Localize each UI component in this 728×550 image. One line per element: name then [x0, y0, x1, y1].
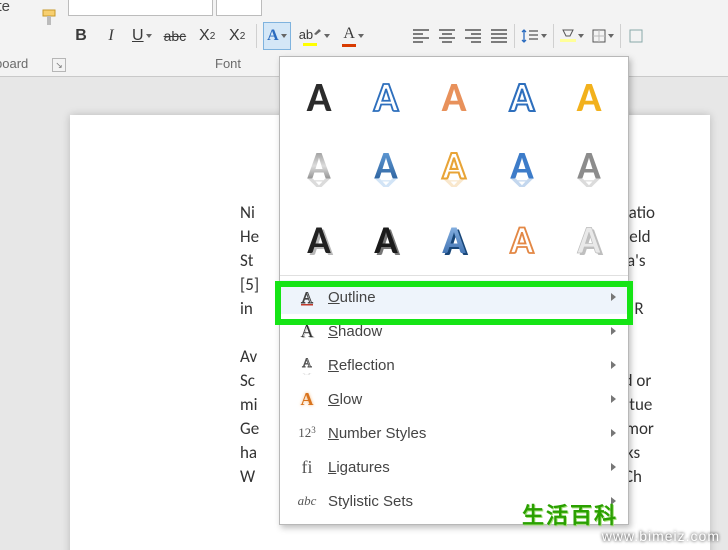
fx-preset-11[interactable]: AA [294, 213, 344, 265]
svg-text:A: A [577, 174, 601, 191]
svg-text:A: A [375, 174, 399, 191]
menu-ligatures[interactable]: fi Ligatures [280, 450, 628, 484]
fx-preset-5[interactable]: A [564, 69, 614, 121]
ligatures-icon: fi [294, 457, 320, 478]
menu-stylistic-sets-label: Stylistic Sets [328, 493, 413, 510]
font-size-input[interactable] [216, 0, 262, 16]
svg-text:A: A [442, 174, 466, 191]
align-left-button[interactable] [408, 22, 434, 50]
font-color-button[interactable]: A [338, 22, 368, 50]
fx-preset-1[interactable]: A [294, 69, 344, 121]
svg-text:A: A [301, 290, 313, 306]
bold-button[interactable]: B [68, 22, 94, 50]
fx-preset-12[interactable]: AA [362, 213, 412, 265]
fx-preset-14[interactable]: A [497, 213, 547, 265]
fx-preset-3[interactable]: A [429, 69, 479, 121]
submenu-arrow-icon [611, 463, 616, 471]
styles-partial[interactable] [623, 22, 649, 50]
text-effects-submenu: A Outline AA Shadow AA Reflection A Glow… [280, 276, 628, 524]
svg-text:A: A [307, 174, 331, 191]
format-painter-icon[interactable] [40, 8, 60, 33]
svg-text:A: A [577, 217, 601, 264]
svg-text:A: A [307, 217, 331, 264]
stylistic-sets-icon: abc [294, 493, 320, 509]
menu-shadow-label: Shadow [328, 323, 382, 340]
submenu-arrow-icon [611, 293, 616, 301]
subscript-button[interactable]: X2 [194, 22, 220, 50]
underline-button[interactable]: U [128, 22, 156, 50]
watermark-logo: 生活百科 [522, 498, 618, 530]
paragraph-group [408, 22, 649, 50]
menu-reflection[interactable]: AA Reflection [280, 348, 628, 382]
text-effects-dropdown: A A A A A AA AA AA AA AA AA AA AA A AA A… [279, 56, 629, 525]
svg-text:A: A [510, 174, 534, 191]
fx-preset-2[interactable]: A [362, 69, 412, 121]
document-text-left: Ni He St [5] in Av Sc mi Ge ha W [240, 201, 259, 489]
fx-preset-15[interactable]: AA [564, 213, 614, 265]
svg-text:A: A [374, 73, 400, 120]
menu-shadow[interactable]: AA Shadow [280, 314, 628, 348]
svg-text:A: A [577, 73, 603, 120]
submenu-arrow-icon [611, 395, 616, 403]
fx-preset-8[interactable]: AA [429, 141, 479, 193]
italic-button[interactable]: I [98, 22, 124, 50]
text-effects-button[interactable]: A [263, 22, 291, 50]
fx-preset-10[interactable]: AA [564, 141, 614, 193]
superscript-button[interactable]: X2 [224, 22, 250, 50]
fx-preset-6[interactable]: AA [294, 141, 344, 193]
fx-preset-13[interactable]: AA [429, 213, 479, 265]
line-spacing-button[interactable] [517, 22, 551, 50]
svg-text:A: A [442, 217, 466, 264]
shadow-icon: AA [294, 321, 320, 342]
borders-button[interactable] [588, 22, 618, 50]
glow-icon: A [294, 389, 320, 410]
svg-text:A: A [306, 73, 332, 120]
paste-button-label: ste [0, 0, 10, 15]
fx-preset-9[interactable]: AA [497, 141, 547, 193]
clipboard-dialog-launcher[interactable]: ↘ [52, 58, 66, 72]
clipboard-group-label: board [0, 56, 28, 71]
submenu-arrow-icon [611, 327, 616, 335]
number-styles-icon: 123 [294, 425, 320, 441]
reflection-icon: AA [294, 355, 320, 375]
svg-text:A: A [302, 371, 312, 375]
menu-reflection-label: Reflection [328, 357, 395, 374]
menu-number-styles-label: Number Styles [328, 425, 426, 442]
menu-number-styles[interactable]: 123 Number Styles [280, 416, 628, 450]
svg-text:A: A [302, 355, 312, 370]
submenu-arrow-icon [611, 361, 616, 369]
copy-icon[interactable] [40, 0, 58, 5]
align-right-button[interactable] [460, 22, 486, 50]
justify-button[interactable] [486, 22, 512, 50]
fx-preset-7[interactable]: AA [362, 141, 412, 193]
font-group-label: Font [215, 56, 241, 71]
svg-text:A: A [509, 73, 535, 120]
highlight-button[interactable]: ab [295, 22, 334, 50]
font-name-input[interactable] [68, 0, 213, 16]
strikethrough-button[interactable]: abc [160, 22, 191, 50]
svg-text:A: A [510, 217, 534, 264]
font-group: B I U abc X2 X2 A ab A [68, 22, 368, 50]
outline-icon: A [294, 288, 320, 306]
menu-outline-label: Outline [328, 289, 376, 306]
menu-outline[interactable]: A Outline [280, 280, 628, 314]
watermark-url: www.bimeiz.com [602, 528, 720, 544]
text-effects-gallery: A A A A A AA AA AA AA AA AA AA AA A AA [280, 57, 628, 271]
clipboard-group: ste [0, 0, 64, 56]
align-center-button[interactable] [434, 22, 460, 50]
menu-glow-label: Glow [328, 391, 362, 408]
submenu-arrow-icon [611, 429, 616, 437]
svg-text:A: A [441, 73, 467, 120]
menu-glow[interactable]: A Glow [280, 382, 628, 416]
fx-preset-4[interactable]: A [497, 69, 547, 121]
svg-text:A: A [375, 217, 399, 264]
menu-ligatures-label: Ligatures [328, 459, 390, 476]
shading-button[interactable] [556, 22, 588, 50]
